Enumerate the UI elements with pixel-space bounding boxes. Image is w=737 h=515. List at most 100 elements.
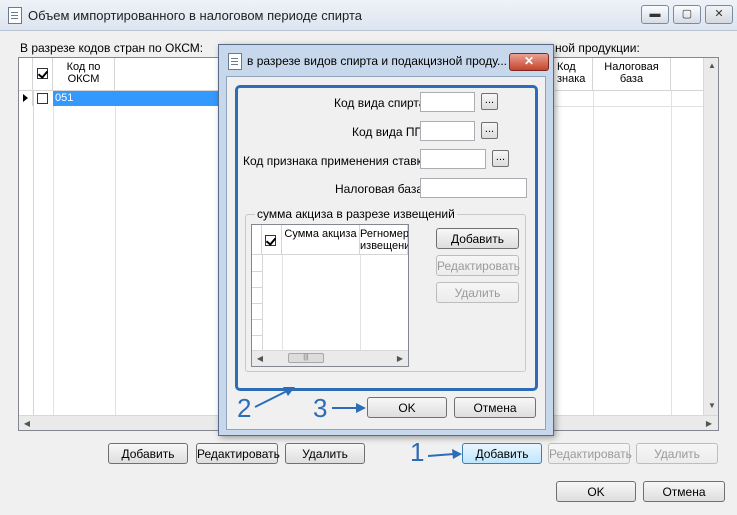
column-header-base-line1: Налоговая: [604, 61, 659, 73]
table-row[interactable]: 051: [53, 91, 219, 106]
grid-line: [115, 106, 116, 430]
column-header-oksm[interactable]: Код по ОКСМ: [53, 58, 115, 91]
spirit-code-label: Код вида спирта: [334, 96, 426, 110]
excise-horizontal-scrollbar[interactable]: ◀ ||| ▶: [252, 350, 408, 366]
right-grid-caption: ной продукции:: [555, 41, 640, 55]
column-header-base-line2: база: [619, 73, 644, 85]
column-header-priznak-line2: знака: [557, 73, 586, 85]
excise-column-reg[interactable]: Регномер извещения: [360, 225, 408, 255]
row-pointer-icon: [23, 94, 28, 102]
excise-scroll-right-icon[interactable]: ▶: [392, 354, 408, 363]
excise-column-sum-label: Сумма акциза: [284, 228, 357, 240]
row-indicator: [19, 91, 33, 106]
select-all-checkbox[interactable]: [37, 68, 48, 79]
tax-base-input[interactable]: [420, 178, 527, 198]
excise-scroll-thumb[interactable]: |||: [288, 353, 324, 363]
excise-row-header-corner: [252, 225, 262, 255]
excise-column-sum[interactable]: Сумма акциза: [282, 225, 360, 255]
excise-scroll-left-icon[interactable]: ◀: [252, 354, 268, 363]
grid-line: [671, 91, 672, 416]
column-header-oksm-line2: ОКСМ: [67, 73, 100, 85]
grid-line: [252, 271, 262, 272]
cancel-button[interactable]: Отмена: [643, 481, 725, 502]
rate-code-browse-button[interactable]: ...: [492, 150, 509, 167]
pp-code-input[interactable]: [420, 121, 475, 141]
spirit-code-input[interactable]: [420, 92, 475, 112]
maximize-button[interactable]: ▢: [673, 5, 701, 24]
excise-column-reg-line2: извещения: [360, 240, 408, 252]
grid-line: [252, 319, 262, 320]
annotation-arrow-three: [332, 403, 366, 413]
left-add-button[interactable]: Добавить: [108, 443, 188, 464]
excise-delete-button[interactable]: Удалить: [436, 282, 519, 303]
grid-line: [252, 303, 262, 304]
right-delete-button[interactable]: Удалить: [636, 443, 718, 464]
column-header-blank: [115, 58, 219, 91]
rate-code-label: Код признака применения ставки: [243, 154, 429, 168]
grid-line: [252, 335, 262, 336]
excise-column-reg-line1: Регномер: [360, 228, 409, 240]
grid-line: [593, 91, 594, 416]
grid-line: [252, 287, 262, 288]
title-bar: Объем импортированного в налоговом перио…: [0, 0, 737, 31]
vertical-scrollbar[interactable]: ▲ ▼: [703, 58, 718, 416]
dialog-title: в разрезе видов спирта и подакцизной про…: [247, 54, 507, 68]
ok-button[interactable]: OK: [556, 481, 636, 502]
column-header-base[interactable]: Налоговая база: [593, 58, 671, 91]
minimize-button[interactable]: ▬: [641, 5, 669, 24]
window-title: Объем импортированного в налоговом перио…: [28, 8, 363, 23]
excise-select-all-checkbox[interactable]: [265, 235, 276, 246]
grid-line: [555, 106, 703, 107]
annotation-three: 3: [313, 393, 328, 423]
column-header-priznak[interactable]: Код знака: [555, 58, 593, 91]
row-header-corner: [19, 58, 33, 91]
dialog-document-icon: [228, 53, 242, 70]
tax-base-label: Налоговая база: [335, 182, 423, 196]
scroll-up-icon[interactable]: ▲: [704, 61, 718, 70]
annotation-one: 1: [410, 437, 425, 467]
select-all-header[interactable]: [33, 58, 53, 91]
grid-line: [360, 255, 361, 351]
maximize-icon: ▢: [681, 8, 693, 20]
dialog-cancel-button[interactable]: Отмена: [454, 397, 536, 418]
scroll-left-icon[interactable]: ◀: [19, 419, 35, 428]
scroll-right-icon[interactable]: ▶: [701, 419, 717, 428]
pp-code-browse-button[interactable]: ...: [481, 122, 498, 139]
scroll-down-icon[interactable]: ▼: [704, 401, 718, 410]
excise-select-all-header[interactable]: [262, 225, 282, 255]
spirit-code-browse-button[interactable]: ...: [481, 93, 498, 110]
left-edit-button[interactable]: Редактировать: [196, 443, 280, 464]
excise-group-label: сумма акциза в разрезе извещений: [255, 207, 457, 221]
left-delete-button[interactable]: Удалить: [285, 443, 365, 464]
minimize-icon: ▬: [649, 8, 661, 20]
grid-line: [282, 255, 283, 351]
pp-code-label: Код вида ПП: [352, 125, 424, 139]
dialog-close-icon: ✕: [523, 54, 535, 68]
close-button[interactable]: ✕: [705, 5, 733, 24]
document-icon: [8, 7, 22, 24]
grid-line: [262, 255, 263, 351]
right-edit-button[interactable]: Редактировать: [548, 443, 632, 464]
excise-edit-button[interactable]: Редактировать: [436, 255, 520, 276]
annotation-arrow-one: [428, 449, 462, 459]
close-icon: ✕: [714, 8, 724, 20]
grid-line: [33, 91, 34, 430]
grid-line: [53, 106, 54, 430]
dialog-window: в разрезе видов спирта и подакцизной про…: [218, 44, 554, 436]
rate-code-input[interactable]: [420, 149, 486, 169]
column-header-filler: [671, 58, 703, 91]
dialog-title-bar: в разрезе видов спирта и подакцизной про…: [219, 45, 553, 75]
left-grid-caption: В разрезе кодов стран по ОКСМ:: [20, 41, 204, 55]
excise-add-button[interactable]: Добавить: [436, 228, 519, 249]
column-header-priznak-line1: Код: [557, 61, 576, 73]
dialog-ok-button[interactable]: OK: [367, 397, 447, 418]
dialog-close-button[interactable]: ✕: [509, 53, 549, 71]
main-window: Объем импортированного в налоговом перио…: [0, 0, 737, 515]
right-add-button[interactable]: Добавить: [462, 443, 542, 464]
excise-grid[interactable]: Сумма акциза Регномер извещения ◀ ||| ▶: [251, 224, 409, 367]
annotation-two: 2: [237, 393, 252, 423]
column-header-oksm-line1: Код по: [66, 61, 101, 73]
row-code-cell: 051: [55, 92, 74, 104]
annotation-arrow-two: [254, 387, 295, 408]
row-checkbox[interactable]: [37, 93, 48, 104]
